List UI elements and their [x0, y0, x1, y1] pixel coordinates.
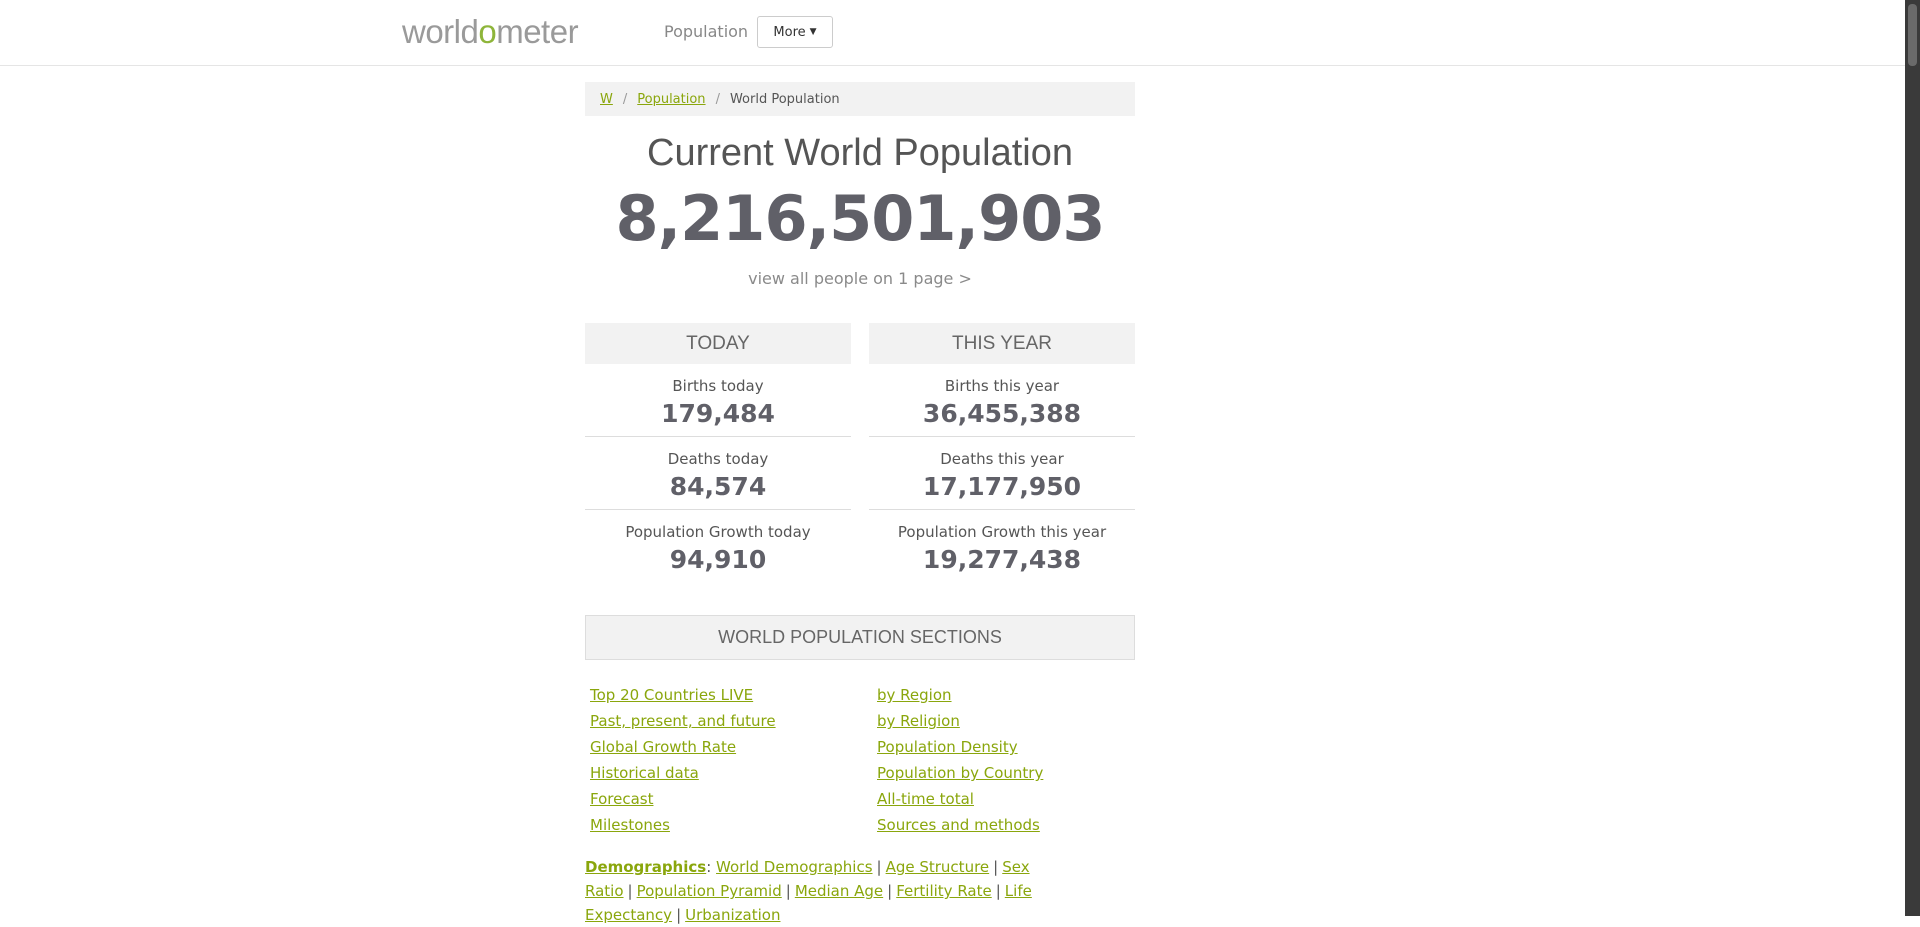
world-population-counter: 8,216,501,903: [615, 182, 1105, 255]
stat-deaths-year: Deaths this year 17,177,950: [869, 437, 1135, 510]
today-column: TODAY Births today 179,484 Deaths today …: [585, 323, 851, 583]
logo-text-o: o: [478, 13, 497, 50]
demographics-label-link[interactable]: Demographics: [585, 858, 706, 876]
breadcrumb-home-link[interactable]: W: [600, 92, 613, 107]
stat-value: 17,177,950: [922, 472, 1082, 501]
pipe-separator: |: [627, 882, 633, 900]
stat-deaths-today: Deaths today 84,574: [585, 437, 851, 510]
pipe-separator: |: [876, 858, 882, 876]
today-header: TODAY: [585, 323, 851, 364]
stat-label: Population Growth this year: [897, 523, 1107, 541]
stat-value: 36,455,388: [922, 399, 1082, 428]
stat-label: Deaths this year: [940, 450, 1064, 468]
stat-value: 84,574: [669, 472, 767, 501]
section-link[interactable]: Past, present, and future: [590, 708, 776, 734]
stat-growth-year: Population Growth this year 19,277,438: [869, 510, 1135, 583]
stat-value: 94,910: [669, 545, 767, 574]
pipe-separator: |: [887, 882, 893, 900]
sections-left-list: Top 20 Countries LIVE Past, present, and…: [590, 682, 776, 838]
demographics-link[interactable]: Population Pyramid: [637, 882, 782, 900]
section-link[interactable]: Global Growth Rate: [590, 734, 776, 760]
stat-label: Births this year: [944, 377, 1060, 395]
breadcrumb: W / Population / World Population: [585, 82, 1135, 116]
stat-value: 19,277,438: [922, 545, 1082, 574]
breadcrumb-population-link[interactable]: Population: [637, 92, 705, 107]
section-link[interactable]: Top 20 Countries LIVE: [590, 682, 776, 708]
caret-down-icon: ▼: [809, 27, 817, 37]
demographics-link[interactable]: Urbanization: [685, 906, 780, 924]
this-year-header: THIS YEAR: [869, 323, 1135, 364]
demographics-link[interactable]: Age Structure: [886, 858, 990, 876]
stat-births-year: Births this year 36,455,388: [869, 364, 1135, 437]
stat-label: Population Growth today: [625, 523, 811, 541]
pipe-separator: |: [785, 882, 791, 900]
scrollbar-thumb[interactable]: [1908, 4, 1917, 66]
this-year-column: THIS YEAR Births this year 36,455,388 De…: [869, 323, 1135, 583]
pipe-separator: |: [676, 906, 682, 924]
logo-text-suffix: meter: [496, 13, 579, 50]
demographics-colon: :: [706, 858, 712, 876]
stat-label: Births today: [672, 377, 764, 395]
demographics-link[interactable]: Fertility Rate: [896, 882, 992, 900]
view-all-people-link[interactable]: view all people on 1 page >: [585, 269, 1135, 288]
vertical-scrollbar[interactable]: [1905, 0, 1920, 916]
breadcrumb-separator: /: [622, 91, 628, 107]
demographics-link[interactable]: World Demographics: [716, 858, 872, 876]
demographics-link[interactable]: Median Age: [795, 882, 883, 900]
nav-population-link[interactable]: Population: [664, 22, 748, 41]
section-link[interactable]: All-time total: [877, 786, 1043, 812]
worldometer-logo[interactable]: worldometer: [402, 13, 579, 51]
page-title: Current World Population: [647, 132, 1073, 174]
sections-header: WORLD POPULATION SECTIONS: [585, 615, 1135, 660]
section-link[interactable]: Population Density: [877, 734, 1043, 760]
stat-births-today: Births today 179,484: [585, 364, 851, 437]
section-link[interactable]: Milestones: [590, 812, 776, 838]
section-link[interactable]: by Region: [877, 682, 1043, 708]
section-link[interactable]: Sources and methods: [877, 812, 1043, 838]
pipe-separator: |: [993, 858, 999, 876]
more-label: More: [773, 24, 806, 40]
section-link[interactable]: by Religion: [877, 708, 1043, 734]
section-link[interactable]: Population by Country: [877, 760, 1043, 786]
breadcrumb-current: World Population: [729, 91, 840, 107]
breadcrumb-separator: /: [715, 91, 720, 107]
logo-text-prefix: world: [402, 13, 479, 50]
stat-growth-today: Population Growth today 94,910: [585, 510, 851, 583]
more-dropdown-button[interactable]: More ▼: [757, 16, 833, 48]
sections-right-list: by Region by Religion Population Density…: [877, 682, 1043, 838]
section-link[interactable]: Forecast: [590, 786, 776, 812]
demographics-links: Demographics: World Demographics | Age Str…: [585, 855, 1137, 927]
section-link[interactable]: Historical data: [590, 760, 776, 786]
top-navbar: worldometer Population More ▼: [0, 0, 1905, 66]
stat-label: Deaths today: [667, 450, 769, 468]
pipe-separator: |: [995, 882, 1001, 900]
stat-value: 179,484: [661, 399, 775, 428]
